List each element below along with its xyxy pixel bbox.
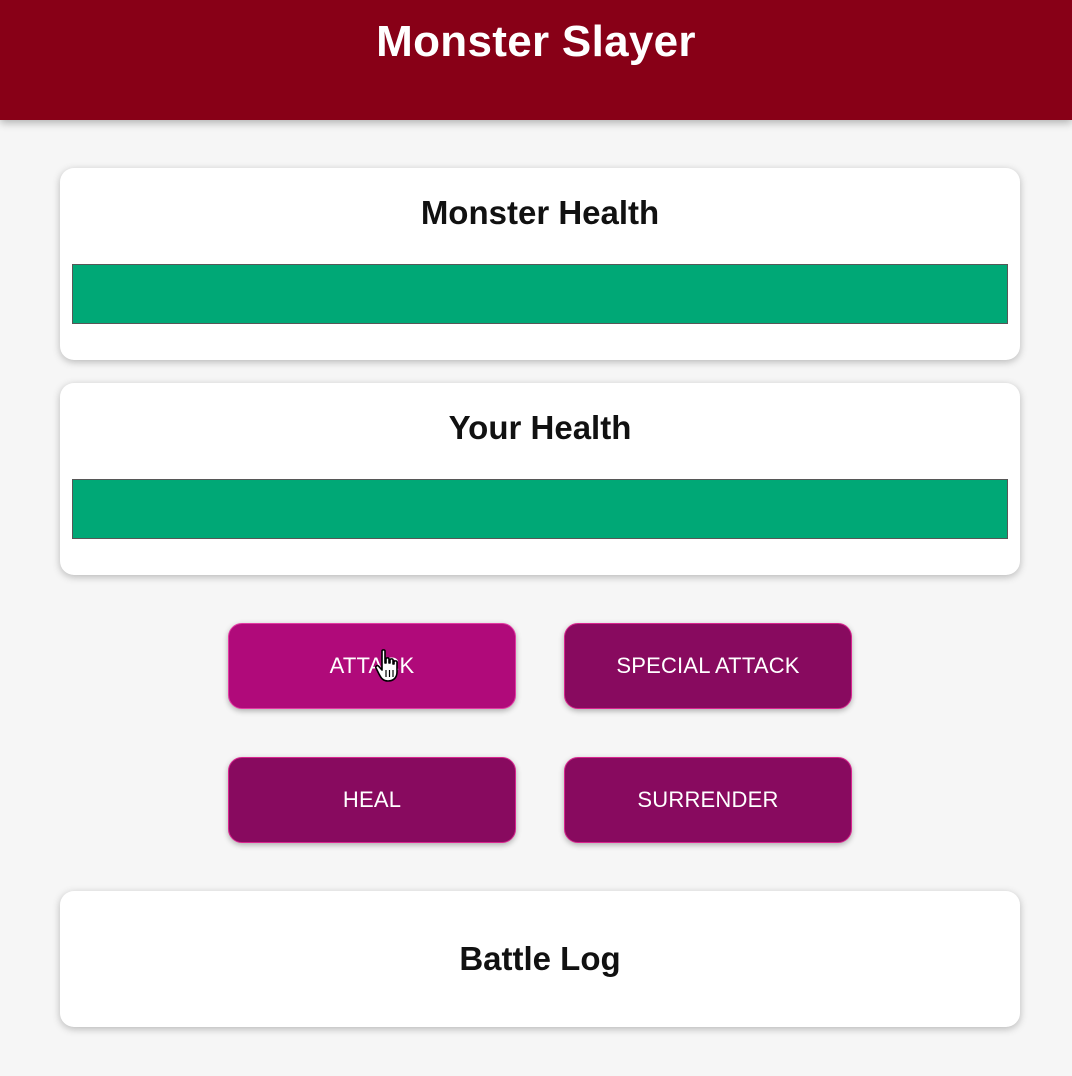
- player-health-card: Your Health: [60, 383, 1020, 575]
- monster-health-card: Monster Health: [60, 168, 1020, 360]
- monster-health-title: Monster Health: [420, 194, 660, 231]
- hand-pointer-icon: [375, 649, 398, 682]
- special-attack-button[interactable]: SPECIAL ATTACK: [564, 623, 852, 709]
- player-health-title: Your Health: [448, 409, 632, 446]
- app-title: Monster Slayer: [376, 17, 696, 66]
- player-health-bar: [72, 479, 1008, 539]
- monster-health-fill: [73, 265, 1007, 323]
- battle-log-card: Battle Log: [60, 891, 1020, 1027]
- player-health-fill: [73, 480, 1007, 538]
- battle-log-title: Battle Log: [459, 940, 621, 977]
- surrender-button[interactable]: SURRENDER: [564, 757, 852, 843]
- attack-button[interactable]: ATTACK: [228, 623, 516, 709]
- heal-button[interactable]: HEAL: [228, 757, 516, 843]
- app-header: Monster Slayer: [0, 0, 1072, 120]
- monster-health-bar: [72, 264, 1008, 324]
